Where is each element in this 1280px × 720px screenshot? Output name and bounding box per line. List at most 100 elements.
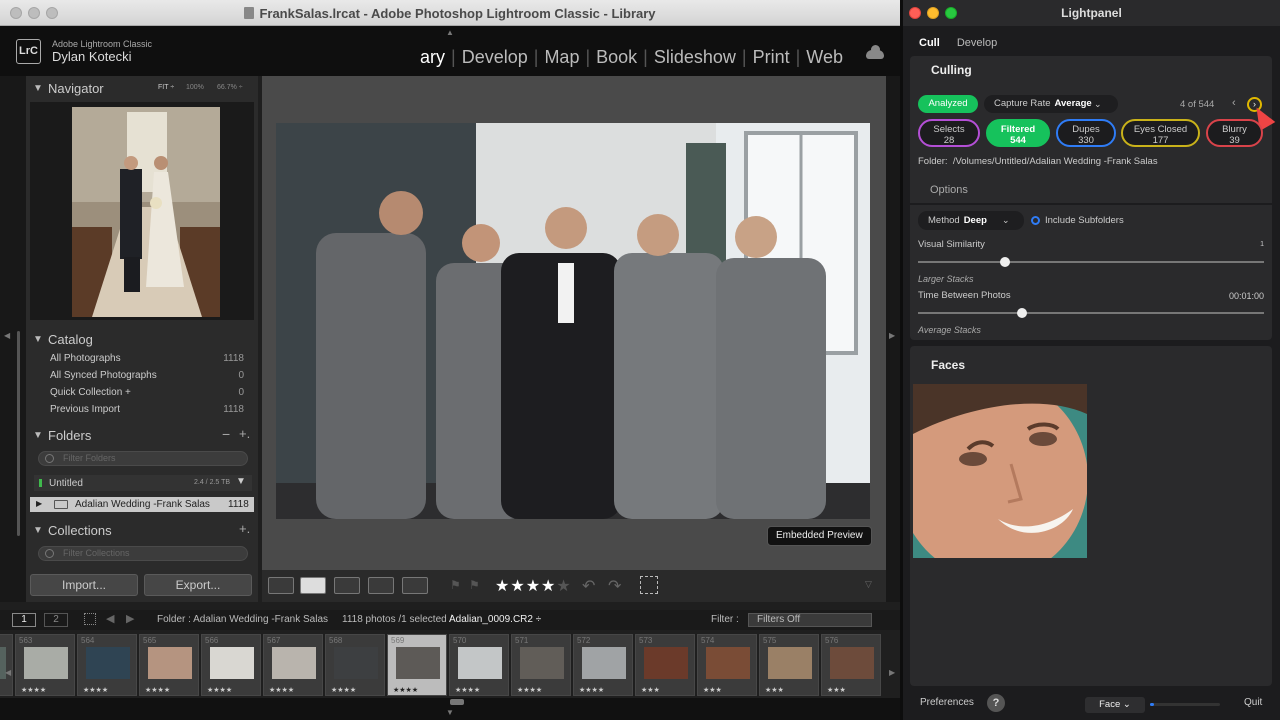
survey-view-icon[interactable] (368, 577, 394, 594)
folders-header[interactable]: ▼ Folders − +. (26, 425, 258, 447)
toolbar-menu-chevron-icon[interactable]: ▽ (865, 579, 872, 590)
visual-similarity-slider[interactable] (918, 257, 1264, 267)
zoom-667-option[interactable]: 66.7% ÷ (217, 84, 243, 91)
pick-flag-icon[interactable]: ⚑ (450, 578, 461, 592)
tab-cull[interactable]: Cull (919, 37, 940, 49)
compare-view-icon[interactable] (334, 577, 360, 594)
catalog-item[interactable]: Quick Collection + 0 (50, 387, 244, 404)
secondary-window-button[interactable]: 2 (44, 613, 68, 627)
module-map[interactable]: Map (544, 47, 579, 67)
filmstrip-scroll-left-icon[interactable]: ◀ (5, 668, 11, 677)
filmstrip-thumbnail[interactable]: 568 ★★★★ (325, 634, 385, 696)
star-icon[interactable]: ★ (526, 578, 541, 595)
back-arrow-icon[interactable]: ◀ (106, 612, 114, 625)
filmstrip-thumbnail[interactable]: 574 ★★★ (697, 634, 757, 696)
filmstrip-thumbnail[interactable]: 572 ★★★★ (573, 634, 633, 696)
loupe-view-icon[interactable] (300, 577, 326, 594)
filmstrip-thumbnail[interactable]: 562★★★★ (0, 634, 13, 696)
volume-row[interactable]: Untitled 2.4 / 2.5 TB ▼ (34, 475, 252, 491)
filmstrip-thumbnail[interactable]: 576 ★★★ (821, 634, 881, 696)
navigator-header[interactable]: ▼ Navigator FIT ÷ 100% 66.7% ÷ (26, 78, 258, 100)
volume-expand-icon[interactable]: ▼ (236, 476, 246, 487)
collapse-bottom-arrow-icon[interactable]: ▼ (446, 708, 454, 717)
include-subfolders-label[interactable]: Include Subfolders (1045, 215, 1124, 226)
main-window-button[interactable]: 1 (12, 613, 36, 627)
star-icon[interactable]: ★ (541, 578, 556, 595)
grid-icon[interactable] (84, 613, 96, 625)
add-folder-button[interactable]: +. (239, 426, 250, 441)
catalog-item[interactable]: All Synced Photographs 0 (50, 370, 244, 387)
previous-photo-button[interactable]: ‹ (1232, 97, 1236, 109)
filmstrip-thumbnail[interactable]: 565 ★★★★ (139, 634, 199, 696)
import-button[interactable]: Import... (30, 574, 138, 596)
filmstrip-thumbnail[interactable]: 564 ★★★★ (77, 634, 137, 696)
collapse-top-arrow-icon[interactable]: ▲ (446, 28, 454, 37)
visual-similarity-knob[interactable] (999, 257, 1010, 267)
add-collection-button[interactable]: +. (239, 521, 250, 536)
catalog-item[interactable]: Previous Import 1118 (50, 404, 244, 421)
remove-folder-button[interactable]: − (222, 426, 230, 442)
module-print[interactable]: Print (753, 47, 790, 67)
star-rating[interactable]: ★★★★★ (495, 576, 572, 596)
module-book[interactable]: Book (596, 47, 637, 67)
reject-flag-icon[interactable]: ⚑ (469, 578, 480, 592)
module-develop[interactable]: Develop (462, 47, 528, 67)
folder-expand-icon[interactable]: ▶ (36, 499, 42, 508)
filter-pill-blurry[interactable]: Blurry 39 (1206, 119, 1263, 147)
preferences-button[interactable]: Preferences (920, 697, 974, 708)
grid-view-icon[interactable] (268, 577, 294, 594)
filmstrip-thumbnail[interactable]: 575 ★★★ (759, 634, 819, 696)
filter-pill-selects[interactable]: Selects 28 (918, 119, 980, 147)
people-view-icon[interactable] (402, 577, 428, 594)
filmstrip-thumbnail[interactable]: 566 ★★★★ (201, 634, 261, 696)
filter-pill-filtered[interactable]: Filtered 544 (986, 119, 1050, 147)
tab-develop[interactable]: Develop (957, 37, 997, 49)
analyzed-button[interactable]: Analyzed (918, 95, 978, 113)
filter-collections-input[interactable]: Filter Collections (38, 546, 248, 561)
star-icon[interactable]: ★ (556, 578, 571, 595)
include-subfolders-radio[interactable] (1031, 216, 1040, 225)
catalog-item[interactable]: All Photographs 1118 (50, 353, 244, 370)
star-icon[interactable]: ★ (510, 578, 525, 595)
filmstrip-thumbnail[interactable]: 571 ★★★★ (511, 634, 571, 696)
filmstrip-thumbnail[interactable]: 569 ★★★★ (387, 634, 447, 696)
filter-folders-input[interactable]: Filter Folders (38, 451, 248, 466)
module-slideshow[interactable]: Slideshow (654, 47, 736, 67)
filmstrip-filename[interactable]: Adalian_0009.CR2 ÷ (449, 614, 541, 625)
loupe-view[interactable]: Embedded Preview (262, 76, 886, 570)
zoom-fit-option[interactable]: FIT ÷ (158, 84, 174, 91)
collections-header[interactable]: ▼ Collections +. (26, 520, 258, 542)
filmstrip-scroll-right-icon[interactable]: ▶ (889, 668, 895, 677)
method-dropdown[interactable]: Method Deep ⌄ (918, 211, 1024, 230)
cloud-sync-icon[interactable] (866, 45, 884, 59)
star-icon[interactable]: ★ (495, 578, 510, 595)
time-between-slider[interactable] (918, 308, 1264, 318)
help-button[interactable]: ? (987, 694, 1005, 712)
folder-row-selected[interactable]: ▶ Adalian Wedding -Frank Salas 1118 (30, 497, 254, 512)
filmstrip-thumbnail[interactable]: 570 ★★★★ (449, 634, 509, 696)
forward-arrow-icon[interactable]: ▶ (126, 612, 134, 625)
zoom-100-option[interactable]: 100% (186, 84, 204, 91)
filmstrip-thumbnail[interactable]: 567 ★★★★ (263, 634, 323, 696)
capture-rate-dropdown[interactable]: Capture Rate Average ⌄ (984, 95, 1118, 113)
module-library[interactable]: ary (420, 47, 445, 67)
filter-dropdown[interactable]: Filters Off (748, 613, 872, 627)
export-button[interactable]: Export... (144, 574, 252, 596)
filter-pill-eyes-closed[interactable]: Eyes Closed 177 (1121, 119, 1200, 147)
filmstrip[interactable]: 562★★★★ 563 ★★★★ 564 ★★★★ 565 ★★★★ 566 ★★★★ 567 ★★… (0, 632, 900, 698)
catalog-header[interactable]: ▼ Catalog (26, 329, 258, 351)
filmstrip-thumbnail[interactable]: 573 ★★★ (635, 634, 695, 696)
navigator-preview[interactable] (30, 102, 254, 320)
face-dropdown[interactable]: Face ⌄ (1085, 697, 1145, 713)
collapse-right-arrow-icon[interactable]: ▶ (889, 331, 895, 340)
time-between-knob[interactable] (1016, 308, 1027, 318)
filmstrip-thumbnail[interactable]: 563 ★★★★ (15, 634, 75, 696)
crop-overlay-icon[interactable] (640, 576, 658, 594)
filter-pill-dupes[interactable]: Dupes 330 (1056, 119, 1116, 147)
filmstrip-source[interactable]: Folder : Adalian Wedding -Frank Salas (157, 614, 328, 625)
collapse-left-arrow-icon[interactable]: ◀ (4, 331, 10, 340)
rotate-right-icon[interactable]: ↷ (608, 576, 621, 596)
rotate-left-icon[interactable]: ↶ (582, 576, 595, 596)
quit-button[interactable]: Quit (1244, 697, 1262, 708)
left-panel-scrollbar[interactable] (17, 331, 20, 536)
